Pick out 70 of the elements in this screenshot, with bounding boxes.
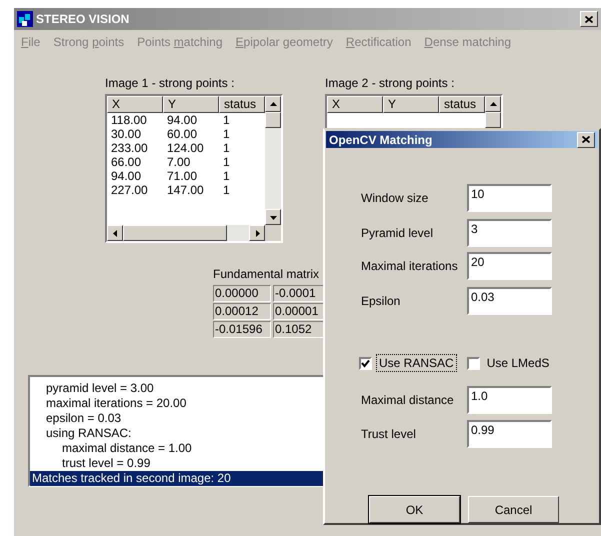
table-cell-text: 118.00 xyxy=(110,113,148,127)
table-cell-text: 1 xyxy=(222,113,231,127)
list-caption: Image 2 - strong points : xyxy=(325,76,456,90)
list-caption: Image 1 - strong points : xyxy=(105,76,236,90)
column-header[interactable]: status xyxy=(439,96,485,113)
field-label: Epsilon xyxy=(361,294,402,308)
table-cell-text: 147.00 xyxy=(166,183,205,197)
app-icon xyxy=(17,11,33,27)
scrollbar-corner xyxy=(265,225,281,241)
cancel-button[interactable]: Cancel xyxy=(468,496,559,523)
table-cell-text: 7.00 xyxy=(166,155,192,169)
table-cell-text: 94.00 xyxy=(166,113,198,127)
vertical-scrollbar[interactable] xyxy=(265,96,281,225)
field-label: Maximal distance xyxy=(361,393,455,407)
table-cell-text: 1 xyxy=(222,169,231,183)
column-header[interactable]: X xyxy=(107,96,163,113)
points-list[interactable]: X Y status 118.00 94.00 1 30.00 60.00 1 233.00 124.00 1 66.00 7.00 1 94.00 71.00 1 227.00 147.00 1 xyxy=(105,94,283,243)
scroll-button[interactable] xyxy=(485,96,501,112)
input-field[interactable]: 10 xyxy=(467,184,552,212)
matrix-cell: 0.00000 xyxy=(213,285,271,302)
input-field[interactable]: 3 xyxy=(467,219,552,247)
table-cell-text: 60.00 xyxy=(166,127,198,141)
scroll-left-arrow-icon xyxy=(112,230,118,236)
column-header[interactable]: X xyxy=(327,96,383,113)
close-button[interactable] xyxy=(577,132,595,148)
checkmark-icon xyxy=(361,358,370,368)
table-cell-text: 1 xyxy=(222,127,231,141)
checkbox[interactable]: Use LMedS xyxy=(466,354,552,372)
scroll-up-arrow-icon xyxy=(490,100,496,108)
matrix-cell: 0.00012 xyxy=(213,303,271,320)
scroll-button[interactable] xyxy=(107,225,123,241)
close-icon xyxy=(585,16,593,22)
column-header[interactable]: Y xyxy=(383,96,439,113)
close-button[interactable] xyxy=(580,11,598,27)
dialog-title: OpenCV Matching xyxy=(329,132,434,146)
close-icon xyxy=(582,136,590,143)
scroll-button[interactable] xyxy=(265,96,281,112)
ok-button[interactable]: OK xyxy=(369,496,460,523)
input-field[interactable]: 20 xyxy=(467,252,552,280)
table-cell-text: 233.00 xyxy=(110,141,149,155)
scrollbar-thumb[interactable] xyxy=(123,225,227,241)
table-cell-text: 71.00 xyxy=(166,169,198,183)
input-field[interactable]: 0.99 xyxy=(467,420,552,448)
table-cell-text: 66.00 xyxy=(110,155,142,169)
table-cell-text: 124.00 xyxy=(166,141,205,155)
table-cell-text: 1 xyxy=(222,183,231,197)
matrix-caption: Fundamental matrix xyxy=(213,267,320,281)
table-cell-text: 227.00 xyxy=(110,183,149,197)
scroll-up-arrow-icon xyxy=(270,100,276,108)
table-cell-text: 94.00 xyxy=(110,169,142,183)
field-label: Maximal iterations xyxy=(361,259,459,273)
table-cell-text: 1 xyxy=(222,141,231,155)
matrix-cell: -0.01596 xyxy=(213,321,271,338)
window-title: STEREO VISION xyxy=(36,12,130,26)
scroll-button[interactable] xyxy=(249,225,265,241)
scroll-right-arrow-icon xyxy=(254,230,260,236)
scrollbar-thumb[interactable] xyxy=(485,112,501,128)
scrollbar-thumb[interactable] xyxy=(265,112,281,128)
input-field[interactable]: 1.0 xyxy=(467,386,552,414)
table-cell-text: 1 xyxy=(222,155,231,169)
input-field[interactable]: 0.03 xyxy=(467,287,552,315)
field-label: Pyramid level xyxy=(361,226,434,240)
field-label: Trust level xyxy=(361,427,417,441)
horizontal-scrollbar[interactable] xyxy=(107,225,265,241)
table-cell-text: 30.00 xyxy=(110,127,142,141)
scroll-down-arrow-icon xyxy=(270,214,276,220)
column-header[interactable]: status xyxy=(219,96,265,113)
scroll-button[interactable] xyxy=(265,209,281,225)
column-header[interactable]: Y xyxy=(163,96,219,113)
field-label: Window size xyxy=(361,191,430,205)
